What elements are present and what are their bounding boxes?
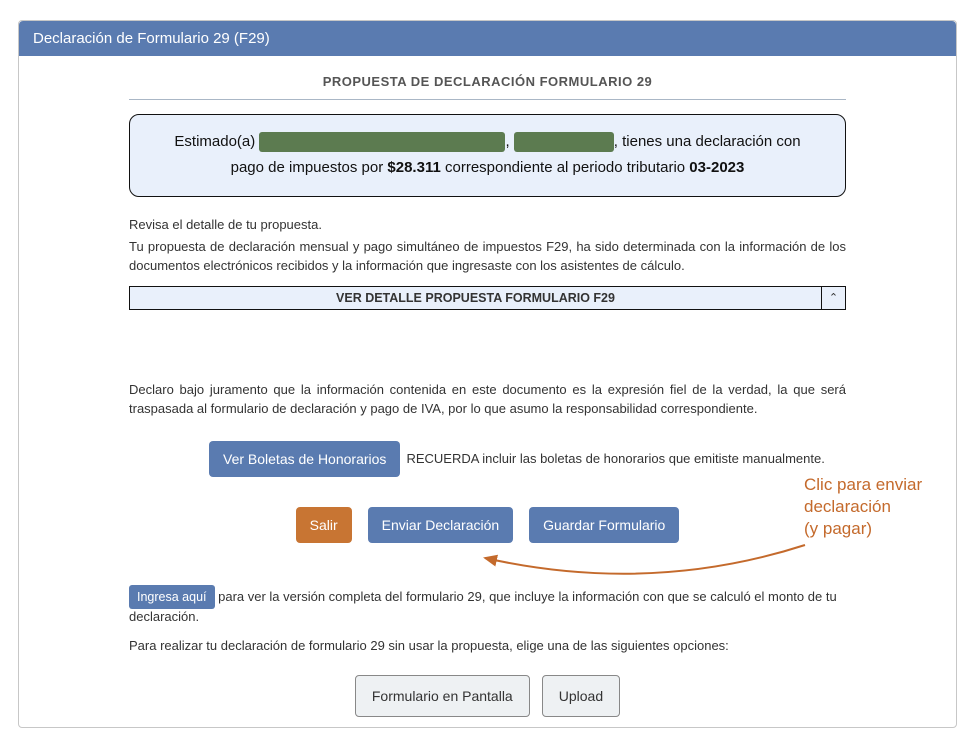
greeting-prefix: Estimado(a): [174, 133, 259, 150]
salir-button[interactable]: Salir: [296, 507, 352, 543]
reminder-text: RECUERDA incluir las boletas de honorari…: [406, 451, 824, 466]
redacted-name: [259, 132, 505, 152]
tax-period: 03-2023: [689, 159, 744, 176]
greeting-tail-2: correspondiente al periodo tributario: [441, 159, 689, 176]
honorarios-row: Ver Boletas de Honorarios RECUERDA inclu…: [209, 441, 846, 477]
bottom-row: Formulario en Pantalla Upload: [129, 675, 846, 717]
guardar-formulario-button[interactable]: Guardar Formulario: [529, 507, 679, 543]
panel-content: PROPUESTA DE DECLARACIÓN FORMULARIO 29 E…: [19, 56, 956, 727]
formulario-pantalla-button[interactable]: Formulario en Pantalla: [355, 675, 530, 717]
chevron-up-icon[interactable]: ⌃: [821, 287, 845, 309]
form29-panel: Declaración de Formulario 29 (F29) PROPU…: [18, 20, 957, 728]
greeting-mid: ,: [505, 133, 513, 150]
intro-line-2: Tu propuesta de declaración mensual y pa…: [129, 237, 846, 276]
section-title: PROPUESTA DE DECLARACIÓN FORMULARIO 29: [129, 66, 846, 95]
tax-amount: $28.311: [387, 159, 440, 176]
divider: [129, 99, 846, 100]
subnote: Para realizar tu declaración de formular…: [129, 638, 846, 653]
ingresa-text: para ver la versión completa del formula…: [129, 589, 837, 624]
upload-button[interactable]: Upload: [542, 675, 620, 717]
action-row: Salir Enviar Declaración Guardar Formula…: [129, 507, 846, 543]
ingresa-aqui-button[interactable]: Ingresa aquí: [129, 585, 215, 609]
detail-collapse[interactable]: VER DETALLE PROPUESTA FORMULARIO F29 ⌃: [129, 286, 846, 310]
collapse-title: VER DETALLE PROPUESTA FORMULARIO F29: [130, 287, 821, 309]
ver-boletas-button[interactable]: Ver Boletas de Honorarios: [209, 441, 400, 477]
intro-line-1: Revisa el detalle de tu propuesta.: [129, 215, 846, 235]
oath-declaration: Declaro bajo juramento que la informació…: [129, 380, 846, 419]
enviar-declaracion-button[interactable]: Enviar Declaración: [368, 507, 514, 543]
panel-header: Declaración de Formulario 29 (F29): [19, 21, 956, 56]
ingresa-row: Ingresa aquí para ver la versión complet…: [129, 585, 846, 624]
greeting-box: Estimado(a) , , tienes una declaración c…: [129, 114, 846, 197]
panel-title: Declaración de Formulario 29 (F29): [33, 30, 270, 47]
redacted-rut: [514, 132, 614, 152]
